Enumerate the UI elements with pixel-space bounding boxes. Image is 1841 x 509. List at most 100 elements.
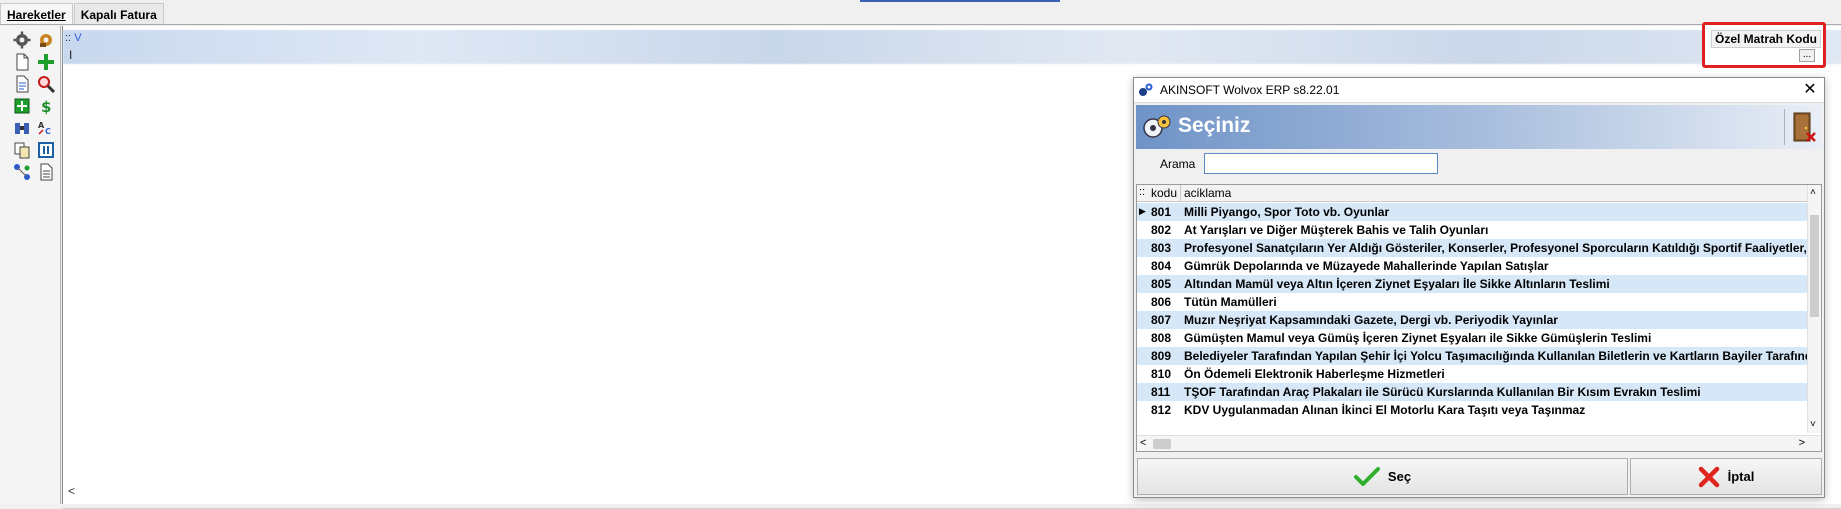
column-separator	[1180, 185, 1181, 202]
vertical-scrollbar[interactable]: ˄ ˅	[1807, 185, 1821, 433]
left-toolbar: $ AC	[0, 26, 61, 504]
edit-document-icon[interactable]	[12, 74, 32, 94]
list-item-aciklama: Belediyeler Tarafından Yapılan Şehir İçi…	[1184, 349, 1807, 363]
add-plus-icon[interactable]	[36, 52, 56, 72]
dialog-banner: Seçiniz	[1136, 105, 1822, 149]
current-row-indicator-icon: ▶	[1139, 206, 1146, 216]
search-input[interactable]	[1204, 153, 1438, 174]
list-rows: ▶ 801 Milli Piyango, Spor Toto vb. Oyunlar…	[1137, 203, 1807, 419]
list-item-kodu: 809	[1151, 349, 1172, 363]
list-item-aciklama: Gümüşten Mamul veya Gümüş İçeren Ziynet …	[1184, 331, 1652, 345]
horizontal-scroll-thumb[interactable]	[1153, 439, 1171, 449]
settings-gear-icon[interactable]	[12, 30, 32, 50]
list-item[interactable]: 807 Muzır Neşriyat Kapsamındaki Gazete, D…	[1137, 311, 1807, 329]
scroll-left-arrow-icon[interactable]: <	[1140, 437, 1146, 449]
hierarchy-icon[interactable]	[12, 162, 32, 182]
list-item-aciklama: KDV Uygulanmadan Alınan İkinci El Motorl…	[1184, 403, 1586, 417]
list-item[interactable]: 805 Altından Mamül veya Altın İçeren Ziyn…	[1137, 275, 1807, 293]
pause-icon[interactable]	[36, 140, 56, 160]
ellipsis-button[interactable]: ...	[1799, 49, 1815, 62]
list-item-kodu: 807	[1151, 313, 1172, 327]
list-item-aciklama: At Yarışları ve Diğer Müşterek Bahis ve …	[1184, 223, 1489, 237]
list-item-aciklama: Gümrük Depolarında ve Müzayede Mahalleri…	[1184, 259, 1549, 273]
vertical-scroll-thumb[interactable]	[1810, 215, 1819, 317]
list-header: :: kodu aciklama	[1137, 185, 1821, 202]
dialog-titlebar: AKINSOFT Wolvox ERP s8.22.01 ✕	[1134, 78, 1824, 103]
list-item[interactable]: 804 Gümrük Depolarında ve Müzayede Mahall…	[1137, 257, 1807, 275]
svg-text:$: $	[41, 98, 51, 115]
search-icon[interactable]	[36, 74, 56, 94]
list-item-kodu: 804	[1151, 259, 1172, 273]
add-document-icon[interactable]	[12, 96, 32, 116]
list-column-chooser[interactable]: ::	[1139, 186, 1145, 198]
list-item[interactable]: 803 Profesyonel Sanatçıların Yer Aldığı G…	[1137, 239, 1807, 257]
list-item[interactable]: 806 Tütün Mamülleri	[1137, 293, 1807, 311]
grid-column-chooser[interactable]: :: V	[65, 32, 82, 44]
svg-text:A: A	[38, 121, 45, 130]
highlighted-column-ozel-matrah: Özel Matrah Kodu ...	[1702, 22, 1826, 68]
app-logo-icon	[1139, 83, 1153, 96]
tab-kapali-fatura[interactable]: Kapalı Fatura	[73, 3, 164, 25]
scroll-down-arrow-icon[interactable]: ˅	[1810, 419, 1816, 430]
list-item-aciklama: TŞOF Tarafından Araç Plakaları ile Sürüc…	[1184, 385, 1701, 399]
scroll-up-arrow-icon[interactable]: ˄	[1810, 187, 1816, 198]
column-header-aciklama[interactable]: aciklama	[1184, 186, 1231, 200]
select-dialog: AKINSOFT Wolvox ERP s8.22.01 ✕ Seçiniz A…	[1133, 77, 1825, 498]
list-item[interactable]: ▶ 801 Milli Piyango, Spor Toto vb. Oyunlar	[1137, 203, 1807, 221]
tab-bar: Hareketler Kapalı Fatura	[0, 3, 165, 25]
row-cursor: I	[69, 48, 73, 62]
list-item[interactable]: 808 Gümüşten Mamul veya Gümüş İçeren Ziyn…	[1137, 329, 1807, 347]
currency-dollar-icon[interactable]: $	[36, 96, 56, 116]
tab-divider	[0, 24, 1841, 25]
list-item[interactable]: 809 Belediyeler Tarafından Yapılan Şehir …	[1137, 347, 1807, 365]
list-item-aciklama: Profesyonel Sanatçıların Yer Aldığı Göst…	[1184, 241, 1807, 255]
spellcheck-icon[interactable]: AC	[36, 118, 56, 138]
list-item[interactable]: 812 KDV Uygulanmadan Alınan İkinci El Mot…	[1137, 401, 1807, 419]
checkmark-icon	[1353, 466, 1380, 486]
list-item-aciklama: Ön Ödemeli Elektronik Haberleşme Hizmetl…	[1184, 367, 1445, 381]
list-item-aciklama: Tütün Mamülleri	[1184, 295, 1277, 309]
list-item-kodu: 812	[1151, 403, 1172, 417]
close-icon[interactable]: ✕	[1800, 80, 1820, 100]
column-header-kodu[interactable]: kodu	[1151, 186, 1177, 200]
list-item-kodu: 806	[1151, 295, 1172, 309]
selection-list[interactable]: :: kodu aciklama ▶ 801 Milli Piyango, Spor…	[1136, 184, 1822, 452]
new-document-icon[interactable]	[12, 52, 32, 72]
select-button[interactable]: Seç	[1137, 458, 1628, 495]
dialog-banner-title: Seçiniz	[1178, 114, 1251, 137]
tab-hareketler[interactable]: Hareketler	[0, 3, 73, 25]
grid-header-blurred	[63, 30, 1841, 64]
list-item-kodu: 810	[1151, 367, 1172, 381]
list-item[interactable]: 810 Ön Ödemeli Elektronik Haberleşme Hizm…	[1137, 365, 1807, 383]
dialog-title: AKINSOFT Wolvox ERP s8.22.01	[1160, 83, 1340, 97]
cancel-button[interactable]: İptal	[1630, 458, 1822, 495]
svg-text:C: C	[45, 127, 51, 136]
list-item-kodu: 803	[1151, 241, 1172, 255]
scroll-right-arrow-icon[interactable]: >	[1799, 437, 1805, 449]
list-item-aciklama: Altından Mamül veya Altın İçeren Ziynet …	[1184, 277, 1610, 291]
cancel-button-label: İptal	[1727, 469, 1755, 484]
search-label: Arama	[1160, 157, 1196, 171]
list-item-kodu: 802	[1151, 223, 1172, 237]
grid-dots-label: ::	[65, 32, 72, 44]
list-item[interactable]: 811 TŞOF Tarafından Araç Plakaları ile Sü…	[1137, 383, 1807, 401]
binoculars-icon[interactable]	[12, 118, 32, 138]
cancel-x-icon	[1698, 466, 1719, 487]
list-item-kodu: 811	[1151, 385, 1171, 399]
window-title-hint	[860, 0, 1060, 2]
select-gear-icon	[1143, 115, 1171, 138]
list-item-aciklama: Milli Piyango, Spor Toto vb. Oyunlar	[1184, 205, 1390, 219]
column-header-ozel-matrah-kodu[interactable]: Özel Matrah Kodu	[1711, 30, 1822, 48]
grid-header-fragment: V	[74, 32, 82, 44]
copy-documents-icon[interactable]	[12, 140, 32, 160]
list-item-aciklama: Muzır Neşriyat Kapsamındaki Gazete, Derg…	[1184, 313, 1558, 327]
list-item-kodu: 808	[1151, 331, 1172, 345]
horizontal-scrollbar[interactable]: < >	[1137, 435, 1821, 451]
list-item[interactable]: 802 At Yarışları ve Diğer Müşterek Bahis …	[1137, 221, 1807, 239]
report-icon[interactable]	[36, 162, 56, 182]
grid-scroll-left-arrow[interactable]: <	[68, 484, 75, 498]
tools-icon[interactable]	[36, 30, 56, 50]
list-item-kodu: 805	[1151, 277, 1172, 291]
select-button-label: Seç	[1387, 469, 1412, 484]
exit-door-icon[interactable]	[1784, 109, 1818, 145]
